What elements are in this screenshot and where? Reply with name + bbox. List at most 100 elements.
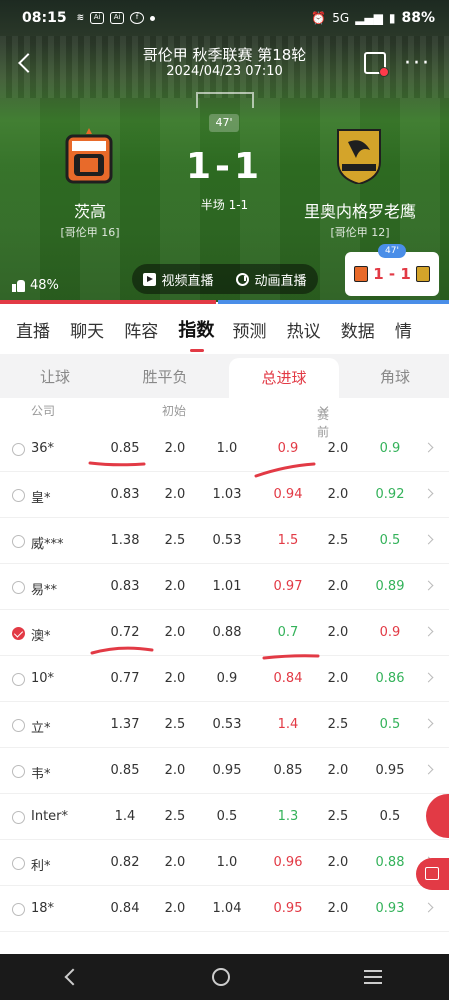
chevron-right-icon[interactable] bbox=[423, 764, 434, 775]
odds-cell-i2: 2.0 bbox=[164, 671, 186, 686]
odds-cell-i3: 1.04 bbox=[212, 901, 242, 916]
row-select-radio[interactable] bbox=[12, 857, 25, 870]
chevron-right-icon[interactable] bbox=[423, 488, 434, 499]
animation-live-button[interactable]: 动画直播 bbox=[236, 270, 307, 289]
table-row[interactable]: 韦* 0.85 2.0 0.95 0.85 2.0 0.95 bbox=[0, 748, 449, 794]
odds-subtabs: 让球 胜平负 总进球 角球 bbox=[0, 354, 449, 398]
battery-level: 88% bbox=[401, 10, 435, 26]
video-live-button[interactable]: 视频直播 bbox=[143, 270, 214, 289]
odds-cell-p2: 2.0 bbox=[327, 441, 349, 456]
app-notification-icon: ≋ bbox=[76, 13, 85, 23]
row-select-radio[interactable] bbox=[12, 673, 25, 686]
home-support-bar bbox=[0, 300, 216, 304]
like-percentage: 48% bbox=[30, 278, 59, 293]
animation-icon bbox=[236, 272, 250, 286]
tab-3[interactable]: 指数 bbox=[178, 316, 232, 352]
odds-cell-p2: 2.5 bbox=[327, 717, 349, 732]
table-row[interactable]: 威*** 1.38 2.5 0.53 1.5 2.5 0.5 bbox=[0, 518, 449, 564]
pre-match-column-dropdown[interactable]: 赛前 bbox=[317, 402, 329, 439]
odds-cell-p3: 0.9 bbox=[379, 625, 401, 640]
odds-cell-p1: 0.84 bbox=[273, 671, 303, 686]
odds-cell-p3: 0.5 bbox=[379, 717, 401, 732]
row-select-radio[interactable] bbox=[12, 581, 25, 594]
table-row[interactable]: 18* 0.84 2.0 1.04 0.95 2.0 0.93 bbox=[0, 886, 449, 932]
video-live-label: 视频直播 bbox=[161, 273, 214, 289]
mini-away-logo bbox=[415, 266, 430, 282]
table-row[interactable]: 10* 0.77 2.0 0.9 0.84 2.0 0.86 bbox=[0, 656, 449, 702]
chevron-right-icon[interactable] bbox=[423, 626, 434, 637]
tab-5[interactable]: 热议 bbox=[287, 317, 341, 342]
nav-recent-apps-icon[interactable] bbox=[364, 970, 383, 984]
away-team-name[interactable]: 里奥内格罗老鹰 bbox=[290, 198, 430, 222]
chevron-right-icon[interactable] bbox=[423, 580, 434, 591]
company-name: 易** bbox=[31, 583, 58, 598]
tab-0[interactable]: 直播 bbox=[16, 317, 70, 342]
row-select-radio[interactable] bbox=[12, 535, 25, 548]
subtab-0[interactable]: 让球 bbox=[0, 354, 110, 398]
chevron-right-icon[interactable] bbox=[423, 442, 434, 453]
odds-cell-i1: 0.77 bbox=[110, 671, 140, 686]
odds-cell-p2: 2.0 bbox=[327, 671, 349, 686]
table-row[interactable]: 立* 1.37 2.5 0.53 1.4 2.5 0.5 bbox=[0, 702, 449, 748]
row-select-radio[interactable] bbox=[12, 627, 25, 640]
animation-live-label: 动画直播 bbox=[254, 273, 307, 289]
odds-cell-i3: 0.9 bbox=[216, 671, 238, 686]
home-team-name[interactable]: 茨高 bbox=[40, 198, 140, 222]
facebook-icon: f bbox=[130, 12, 145, 24]
chevron-right-icon[interactable] bbox=[423, 902, 434, 913]
odds-cell-i2: 2.5 bbox=[164, 717, 186, 732]
floating-panel-button[interactable] bbox=[416, 858, 449, 890]
odds-cell-p2: 2.5 bbox=[327, 809, 349, 824]
tab-7[interactable]: 情 bbox=[395, 317, 449, 342]
nav-home-icon[interactable] bbox=[212, 968, 231, 986]
table-row[interactable]: 皇* 0.83 2.0 1.03 0.94 2.0 0.92 bbox=[0, 472, 449, 518]
company-name: 韦* bbox=[31, 767, 51, 782]
away-support-bar bbox=[217, 300, 449, 304]
subtab-3[interactable]: 角球 bbox=[340, 354, 449, 398]
chevron-right-icon[interactable] bbox=[423, 672, 434, 683]
subtab-2[interactable]: 总进球 bbox=[229, 358, 339, 398]
odds-cell-p1: 1.4 bbox=[277, 717, 299, 732]
tab-2[interactable]: 阵容 bbox=[124, 317, 178, 342]
row-select-radio[interactable] bbox=[12, 765, 25, 778]
subtab-1[interactable]: 胜平负 bbox=[110, 354, 220, 398]
floating-window-button[interactable] bbox=[364, 52, 389, 77]
support-progress-bar bbox=[0, 300, 449, 304]
table-row[interactable]: 澳* 0.72 2.0 0.88 0.7 2.0 0.9 bbox=[0, 610, 449, 656]
chevron-right-icon[interactable] bbox=[423, 534, 434, 545]
tab-1[interactable]: 聊天 bbox=[70, 317, 124, 342]
odds-cell-i2: 2.0 bbox=[164, 763, 186, 778]
odds-column-header: 公司 初始 赛前 bbox=[0, 398, 449, 439]
odds-cell-p1: 0.94 bbox=[273, 487, 303, 502]
row-select-radio[interactable] bbox=[12, 719, 25, 732]
play-icon bbox=[143, 272, 157, 286]
odds-cell-i1: 1.37 bbox=[110, 717, 140, 732]
row-select-radio[interactable] bbox=[12, 811, 25, 824]
status-right: ⏰ 5G ▂▄▆ ▮ 88% bbox=[311, 10, 435, 26]
row-select-radio[interactable] bbox=[12, 903, 25, 916]
odds-cell-i3: 0.95 bbox=[212, 763, 242, 778]
status-time: 08:15 bbox=[22, 10, 67, 26]
company-name: 18* bbox=[31, 901, 55, 916]
odds-cell-i3: 1.0 bbox=[216, 441, 238, 456]
tab-4[interactable]: 预测 bbox=[233, 317, 287, 342]
like-button[interactable]: 48% bbox=[12, 278, 59, 293]
table-row[interactable]: 利* 0.82 2.0 1.0 0.96 2.0 0.88 bbox=[0, 840, 449, 886]
company-name: 10* bbox=[31, 671, 55, 686]
table-row[interactable]: 易** 0.83 2.0 1.01 0.97 2.0 0.89 bbox=[0, 564, 449, 610]
odds-cell-i1: 0.72 bbox=[110, 625, 140, 640]
tab-6[interactable]: 数据 bbox=[341, 317, 395, 342]
odds-cell-p3: 0.86 bbox=[375, 671, 405, 686]
mini-score-card[interactable]: 47' 1 - 1 bbox=[345, 244, 439, 296]
nav-back-icon[interactable] bbox=[64, 968, 82, 986]
more-menu-button[interactable]: ··· bbox=[404, 53, 431, 75]
odds-cell-p1: 0.95 bbox=[273, 901, 303, 916]
row-select-radio[interactable] bbox=[12, 443, 25, 456]
match-minute-badge: 47' bbox=[209, 114, 239, 132]
row-select-radio[interactable] bbox=[12, 489, 25, 502]
odds-cell-i1: 0.83 bbox=[110, 487, 140, 502]
table-row[interactable]: 36* 0.85 2.0 1.0 0.9 2.0 0.9 bbox=[0, 426, 449, 472]
table-row[interactable]: Inter* 1.4 2.5 0.5 1.3 2.5 0.5 bbox=[0, 794, 449, 840]
chevron-right-icon[interactable] bbox=[423, 718, 434, 729]
odds-cell-p2: 2.0 bbox=[327, 625, 349, 640]
